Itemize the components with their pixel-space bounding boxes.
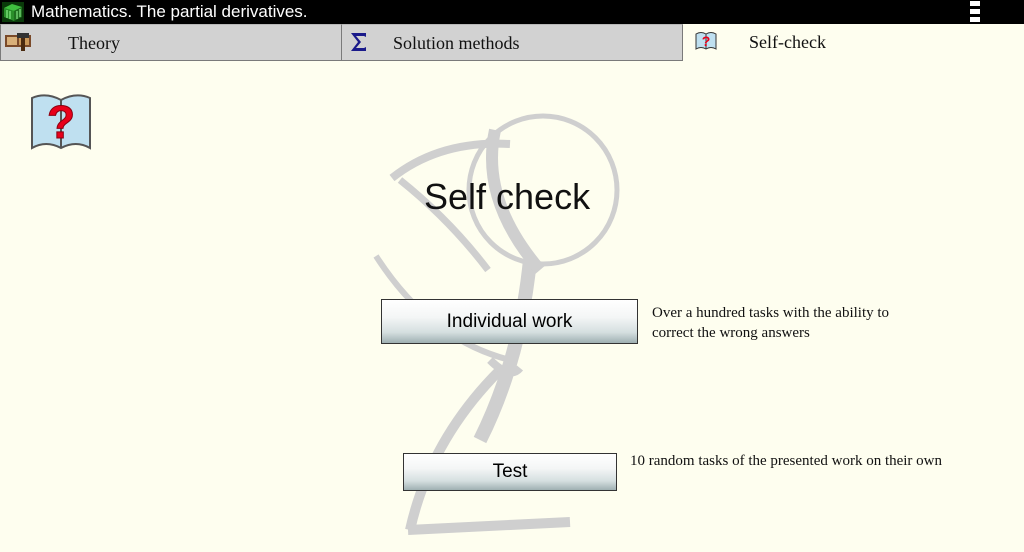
page-title: Self check [424,176,591,217]
individual-work-button[interactable]: Individual work [381,299,638,344]
tab-solution-methods-label: Solution methods [393,33,520,53]
tab-theory-label: Theory [68,33,120,53]
hammer-book-icon [5,33,31,51]
question-book-icon: ? [695,32,717,50]
tab-self-check[interactable]: ? Self-check [683,24,1024,61]
test-description: 10 random tasks of the presented work on… [630,453,943,469]
title-bar: Mathematics. The partial derivatives. [0,0,1024,24]
question-book-icon: ? [31,94,91,150]
tab-solution-methods[interactable]: Solution methods [341,24,683,61]
window-title: Mathematics. The partial derivatives. [31,2,308,21]
individual-work-description: Over a hundred tasks with the ability to… [652,305,890,341]
svg-text:?: ? [47,96,75,148]
tab-self-check-label: Self-check [749,32,826,52]
test-button[interactable]: Test [403,453,617,491]
sigma-icon [351,33,366,51]
tab-bar: Theory Solution methods ? Self-check [0,24,1024,61]
tab-theory[interactable]: Theory [0,24,342,61]
svg-text:?: ? [702,33,711,49]
kebab-menu-icon[interactable] [969,1,981,23]
cube-app-icon [2,2,24,22]
